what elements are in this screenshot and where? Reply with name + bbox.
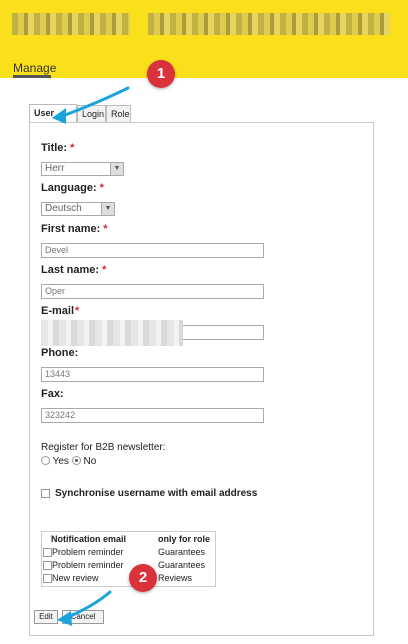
annotation-arrow-2: [57, 590, 112, 626]
